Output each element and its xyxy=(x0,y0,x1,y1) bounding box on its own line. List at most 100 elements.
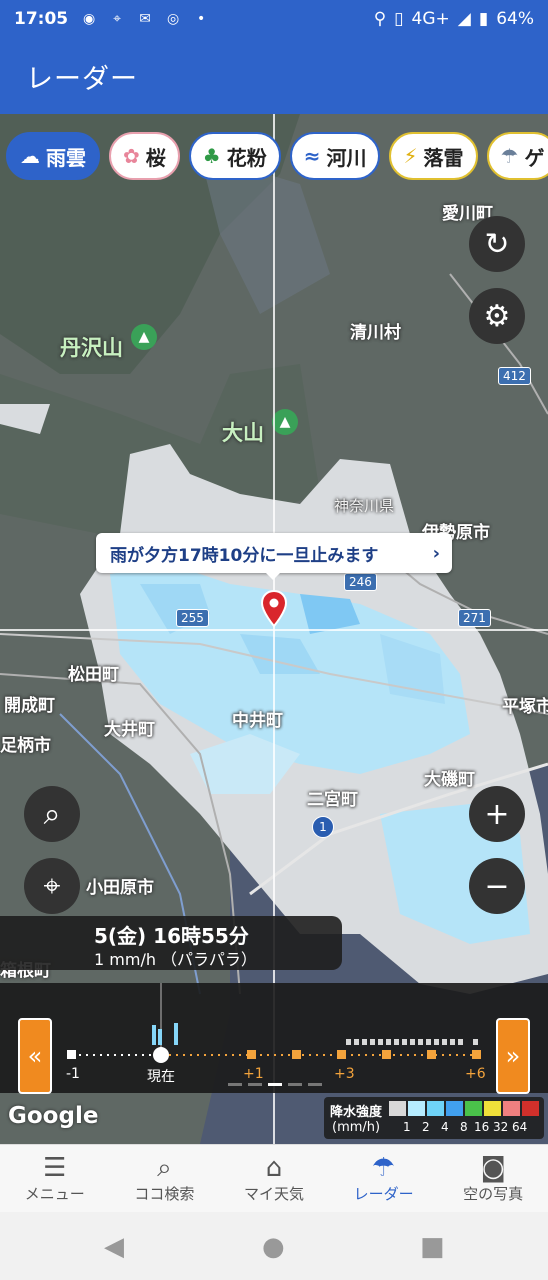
place-label: 神奈川県 xyxy=(334,497,395,515)
page-title: レーダー xyxy=(26,63,138,95)
home-button-icon[interactable]: ● xyxy=(262,1232,285,1262)
tracking-icon: ⌖ xyxy=(113,11,122,27)
current-location-button[interactable]: ⌖ xyxy=(24,858,80,914)
legend-title: 降水強度 xyxy=(330,1105,383,1120)
fast-forward-button[interactable]: » xyxy=(496,1018,530,1094)
legend-value: 64 xyxy=(512,1120,528,1134)
chip-label: 花粉 xyxy=(226,145,267,170)
zoom-in-button[interactable]: + xyxy=(469,786,525,842)
timeline-label: +1 xyxy=(243,1066,264,1082)
refresh-icon: ↻ xyxy=(484,226,510,262)
chip-label: 河川 xyxy=(326,145,367,170)
legend-swatch xyxy=(408,1101,425,1116)
tab-label: ココ検索 xyxy=(134,1185,195,1203)
system-navigation: ◀ ● ■ xyxy=(0,1212,548,1280)
zoom-out-button[interactable]: − xyxy=(469,858,525,914)
refresh-button[interactable]: ↻ xyxy=(469,216,525,272)
place-label: 丹沢山 xyxy=(60,336,123,360)
settings-button[interactable]: ⚙ xyxy=(469,288,525,344)
chip-sakura[interactable]: ✿ 桜 xyxy=(109,132,180,180)
location-pin-icon xyxy=(261,590,287,628)
tab-radar[interactable]: ☂ レーダー xyxy=(329,1145,439,1212)
legend-swatch xyxy=(446,1101,463,1116)
place-label: 松田町 xyxy=(68,665,119,685)
chip-label: 雨雲 xyxy=(46,145,86,170)
signal-icon: ◢ xyxy=(457,9,471,29)
rewind-button[interactable]: « xyxy=(18,1018,52,1094)
time-info-panel: 5(金) 16時55分 1 mm/h （パラパラ） xyxy=(0,916,342,970)
recents-icon[interactable]: ■ xyxy=(420,1232,445,1262)
place-label: 足柄市 xyxy=(0,736,51,756)
rain-cloud-icon: ☁ xyxy=(20,144,40,168)
tab-label: レーダー xyxy=(353,1185,414,1203)
place-label: 開成町 xyxy=(4,696,55,716)
chip-lightning[interactable]: ⚡ 落雷 xyxy=(389,132,478,180)
tab-search[interactable]: ⌕ ココ検索 xyxy=(110,1145,220,1212)
legend-swatch xyxy=(503,1101,520,1116)
route-marker: 271 xyxy=(458,609,491,627)
river-icon: ≈ xyxy=(303,144,321,168)
legend-swatch xyxy=(389,1101,406,1116)
legend-swatch xyxy=(465,1101,482,1116)
legend-value: 2 xyxy=(422,1120,430,1134)
place-label: 二宮町 xyxy=(307,790,358,810)
timeline-label: +3 xyxy=(334,1066,355,1082)
storm-icon: ☂ xyxy=(500,144,519,168)
bottom-navigation: ☰ メニュー ⌕ ココ検索 ⌂ マイ天気 ☂ レーダー ◙ 空の写真 xyxy=(0,1144,548,1212)
legend-swatch xyxy=(522,1101,539,1116)
legend-value: 4 xyxy=(441,1120,449,1134)
chip-label: ゲ xyxy=(524,145,545,170)
precipitation-legend: 降水強度 (mm/h) 1 2 4 8 16 32 64 xyxy=(324,1097,544,1139)
legend-value: 8 xyxy=(460,1120,468,1134)
chevron-right-icon: › xyxy=(432,542,440,564)
place-label: 大山 xyxy=(222,421,264,445)
search-icon: ⌕ xyxy=(43,796,61,832)
crosshair-horizontal xyxy=(0,629,548,631)
legend-value: 16 xyxy=(474,1120,490,1134)
mountain-icon: ▲ xyxy=(131,324,157,350)
chip-rain[interactable]: ☁ 雨雲 xyxy=(6,132,100,180)
tree-icon: ♣ xyxy=(202,144,221,168)
menu-icon: ☰ xyxy=(43,1153,67,1183)
chip-river[interactable]: ≈ 河川 xyxy=(289,132,381,180)
place-label: 平塚市 xyxy=(502,697,548,717)
chip-label: 桜 xyxy=(145,145,166,170)
timeline-label: +6 xyxy=(465,1066,486,1082)
tab-sky-photo[interactable]: ◙ 空の写真 xyxy=(438,1145,548,1212)
home-icon: ⌂ xyxy=(265,1153,283,1183)
chip-storm[interactable]: ☂ ゲ xyxy=(486,132,548,180)
rain-forecast-bubble[interactable]: 雨が夕方17時10分に一旦止みます › xyxy=(96,533,452,580)
chip-pollen[interactable]: ♣ 花粉 xyxy=(188,132,281,180)
status-bar: 17:05 ◉ ⌖ ✉ ◎ • ⚲ ▯ 4G+ ◢ ▮ 64% xyxy=(0,0,548,38)
tab-menu[interactable]: ☰ メニュー xyxy=(0,1145,110,1212)
forecast-time: 5(金) 16時55分 xyxy=(94,924,249,948)
route-marker: 1 xyxy=(312,816,334,838)
chrome-icon: ◎ xyxy=(167,11,180,27)
dot-icon: • xyxy=(196,11,206,27)
sakura-icon: ✿ xyxy=(123,144,140,168)
search-icon: ⌕ xyxy=(157,1153,172,1183)
fast-forward-icon: » xyxy=(505,1042,521,1070)
vibrate-icon: ▯ xyxy=(394,9,404,29)
notification-icon: ◉ xyxy=(83,11,96,27)
place-label: 大井町 xyxy=(104,720,155,740)
search-button[interactable]: ⌕ xyxy=(24,786,80,842)
battery-icon: ▮ xyxy=(478,9,489,29)
tab-my-weather[interactable]: ⌂ マイ天気 xyxy=(219,1145,329,1212)
timeline-label: 現在 xyxy=(147,1069,175,1085)
place-label: 清川村 xyxy=(350,323,401,343)
route-marker: 246 xyxy=(344,573,377,591)
timeline-label: -1 xyxy=(66,1066,80,1082)
legend-value: 1 xyxy=(403,1120,411,1134)
legend-swatch xyxy=(427,1101,444,1116)
status-time: 17:05 xyxy=(14,9,69,29)
location-target-icon: ⌖ xyxy=(43,868,61,904)
google-logo: Google xyxy=(8,1103,99,1129)
lightning-icon: ⚡ xyxy=(403,144,418,168)
battery-level: 64% xyxy=(496,9,534,29)
app-bar: レーダー xyxy=(0,38,548,114)
place-label: 中井町 xyxy=(232,711,283,731)
place-label: 大磯町 xyxy=(424,770,475,790)
back-icon[interactable]: ◀ xyxy=(104,1232,124,1262)
gear-icon: ⚙ xyxy=(483,298,511,334)
